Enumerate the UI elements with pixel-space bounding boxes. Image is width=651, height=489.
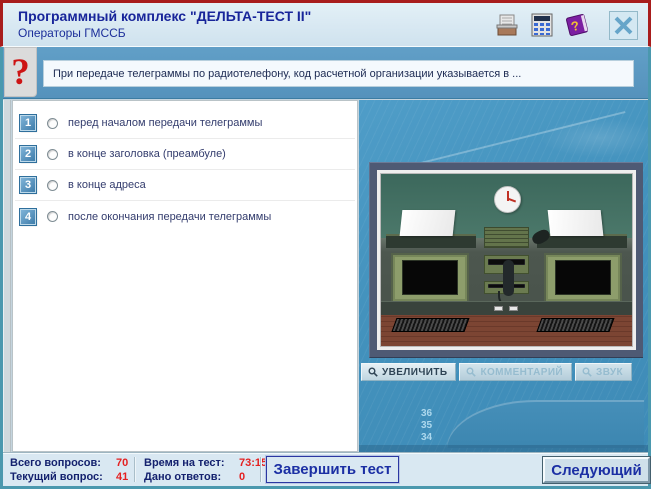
answer-option-4[interactable]: 4 после окончания передачи телеграммы [15, 201, 355, 232]
test-time-label: Время на тест: [144, 457, 225, 469]
test-time-value: 73:15 [239, 457, 267, 469]
titlebar-icons: ? [492, 10, 638, 40]
magnifier-icon [466, 367, 476, 377]
question-image-frame [369, 162, 643, 358]
title-bar: Программный комплекс "ДЕЛЬТА-ТЕСТ II" Оп… [0, 0, 651, 47]
close-icon[interactable] [609, 11, 638, 40]
console-base [381, 301, 632, 315]
comment-button[interactable]: КОММЕНТАРИЙ [459, 363, 572, 381]
background-highlight [539, 118, 648, 158]
left-shelf [386, 234, 476, 248]
status-divider [134, 457, 135, 482]
current-question-value: 41 [116, 471, 128, 483]
draft-number: 34 [421, 432, 432, 443]
answer-label: после окончания передачи телеграммы [68, 211, 271, 223]
answers-panel: 1 перед началом передачи телеграммы 2 в … [12, 100, 358, 452]
draft-number: 35 [421, 420, 432, 431]
current-question-label: Текущий вопрос: [10, 471, 103, 483]
answer-option-3[interactable]: 3 в конце адреса [15, 170, 355, 201]
answer-option-2[interactable]: 2 в конце заголовка (преамбуле) [15, 139, 355, 170]
right-monitor [544, 253, 622, 303]
content-area: ? При передаче телеграммы по радиотелефо… [0, 47, 651, 489]
answer-label: в конце адреса [68, 179, 146, 191]
question-strip: ? При передаче телеграммы по радиотелефо… [3, 47, 648, 99]
left-printer-paper [400, 210, 455, 236]
total-questions-value: 70 [116, 457, 128, 469]
answers-given-value: 0 [239, 471, 245, 483]
answer-radio[interactable] [47, 180, 58, 191]
question-image-mat [377, 170, 636, 350]
media-buttons: УВЕЛИЧИТЬ КОММЕНТАРИЙ [361, 363, 632, 381]
main-row: 1 перед началом передачи телеграммы 2 в … [3, 100, 648, 452]
magnifier-icon [368, 367, 378, 377]
panel-splitter[interactable] [3, 100, 11, 452]
answer-number-badge: 3 [20, 177, 36, 193]
total-questions-label: Всего вопросов: [10, 457, 101, 469]
answer-number-badge: 2 [20, 146, 36, 162]
answer-radio[interactable] [47, 118, 58, 129]
clock-icon [494, 186, 521, 213]
calculator-icon[interactable] [527, 10, 557, 40]
next-question-button[interactable]: Следующий [543, 457, 650, 483]
right-keyboard [537, 318, 615, 332]
left-monitor [391, 253, 469, 303]
console-switch [509, 306, 518, 311]
draft-number: 36 [421, 408, 432, 419]
finish-test-button[interactable]: Завершить тест [266, 456, 399, 483]
app-window: Программный комплекс "ДЕЛЬТА-ТЕСТ II" Оп… [0, 0, 651, 489]
question-text: При передаче телеграммы по радиотелефону… [53, 68, 521, 80]
answer-label: перед началом передачи телеграммы [68, 117, 262, 129]
magnifier-icon [582, 367, 592, 377]
status-divider [260, 457, 261, 482]
help-book-icon[interactable]: ? [562, 10, 592, 40]
answer-label: в конце заголовка (преамбуле) [68, 148, 226, 160]
left-keyboard [391, 318, 469, 332]
right-shelf [537, 234, 627, 248]
answer-number-badge: 1 [20, 115, 36, 131]
app-subtitle: Операторы ГМССБ [18, 26, 126, 40]
question-mark-icon: ? [4, 47, 37, 97]
sound-button[interactable]: ЗВУК [575, 363, 632, 381]
status-bar: Всего вопросов: 70 Текущий вопрос: 41 Вр… [3, 452, 648, 486]
answer-option-1[interactable]: 1 перед началом передачи телеграммы [15, 108, 355, 139]
answer-number-badge: 4 [20, 209, 36, 225]
waterline [359, 445, 648, 452]
question-image [381, 174, 632, 346]
center-instrument-rack [484, 227, 529, 248]
media-panel: 36 35 34 [359, 100, 648, 452]
zoom-image-button[interactable]: УВЕЛИЧИТЬ [361, 363, 456, 381]
question-text-field: При передаче телеграммы по радиотелефону… [43, 60, 634, 87]
print-icon[interactable] [492, 10, 522, 40]
right-printer-paper [548, 210, 603, 236]
answer-radio[interactable] [47, 149, 58, 160]
app-title: Программный комплекс "ДЕЛЬТА-ТЕСТ II" [18, 8, 311, 24]
answer-radio[interactable] [47, 211, 58, 222]
console-switch [494, 306, 503, 311]
answers-given-label: Дано ответов: [144, 471, 221, 483]
